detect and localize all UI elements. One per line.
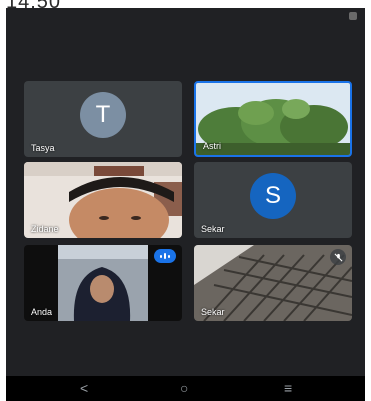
navigation-bar: < ○ ≡: [6, 376, 365, 401]
participant-name: Anda: [31, 307, 53, 317]
speaking-indicator: [154, 249, 176, 263]
participant-tile-sekar[interactable]: S Sekar: [194, 162, 352, 238]
participant-name: Astri: [203, 141, 221, 151]
home-icon[interactable]: ○: [180, 378, 188, 398]
participant-name: Sekar: [201, 307, 225, 317]
avatar: T: [80, 92, 126, 138]
corner-indicator: [349, 12, 357, 20]
participant-tile-zidane[interactable]: Zidane: [24, 162, 182, 238]
participant-tile-anda[interactable]: Anda: [24, 245, 182, 321]
meeting-grid: T Tasya Astri Zidane S Sekar Anda Sekar: [6, 8, 365, 376]
participant-tile-tasya[interactable]: T Tasya: [24, 81, 182, 157]
participant-name: Sekar: [201, 224, 225, 234]
participant-tile-sekar-video[interactable]: Sekar: [194, 245, 352, 321]
mic-off-icon: [330, 249, 346, 265]
avatar: S: [250, 173, 296, 219]
participant-tile-astri[interactable]: Astri: [194, 81, 352, 157]
participant-name: Zidane: [31, 224, 59, 234]
participant-name: Tasya: [31, 143, 55, 153]
back-icon[interactable]: <: [80, 378, 88, 398]
recents-icon[interactable]: ≡: [284, 378, 292, 398]
